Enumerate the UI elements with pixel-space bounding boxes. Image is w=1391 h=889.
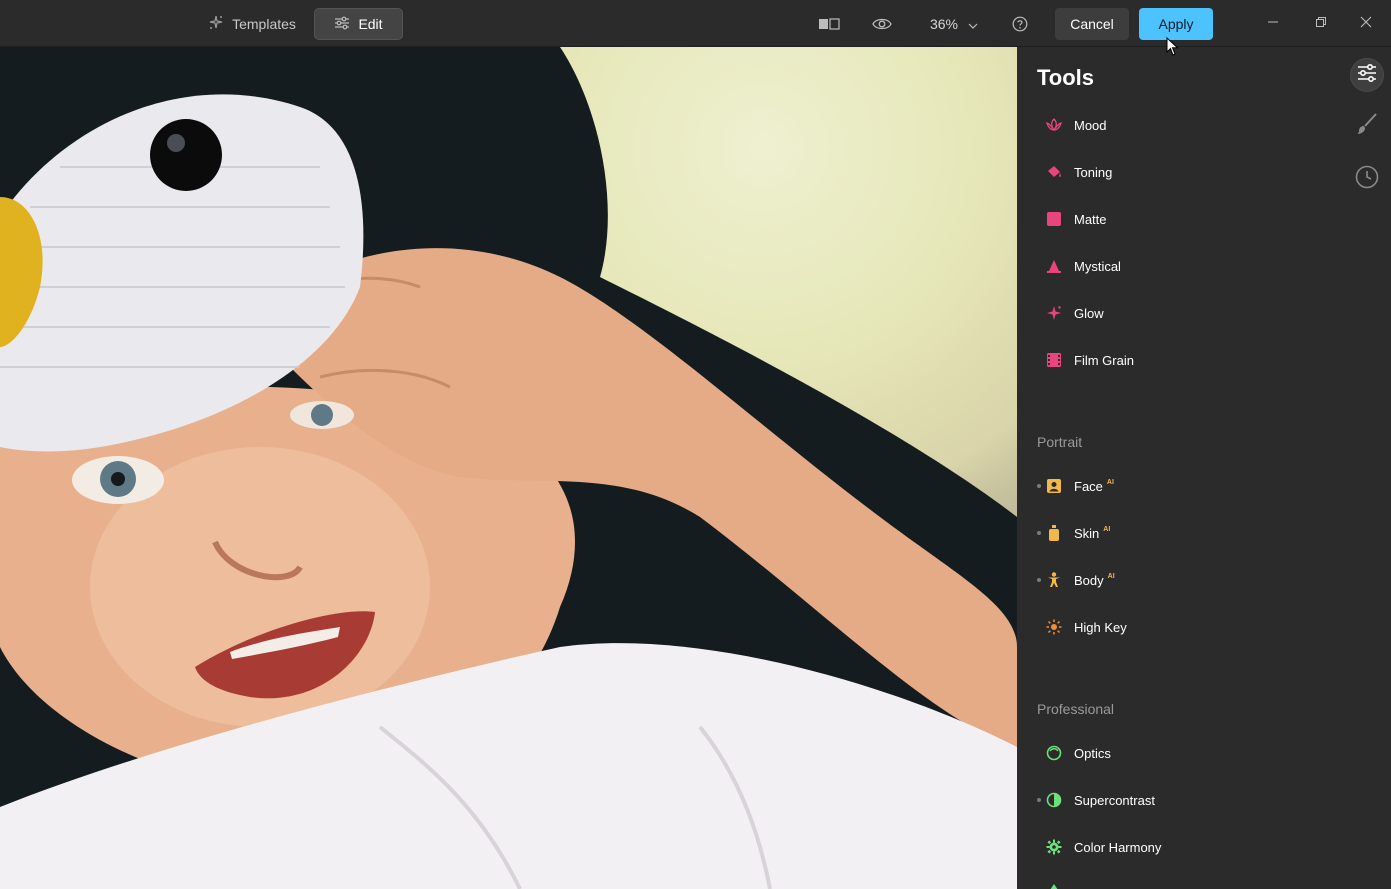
tool-high-key[interactable]: High Key bbox=[1037, 609, 1327, 645]
photo-image bbox=[0, 47, 1017, 889]
status-dot bbox=[1037, 531, 1041, 535]
brush-icon bbox=[1355, 112, 1379, 141]
side-rail bbox=[1339, 47, 1391, 889]
section-professional-label: Professional bbox=[1037, 701, 1115, 717]
face-frame-icon bbox=[1044, 476, 1064, 496]
tab-templates[interactable]: Templates bbox=[200, 8, 304, 40]
minimize-icon bbox=[1267, 15, 1279, 33]
sparkle-icon bbox=[1044, 303, 1064, 323]
person-icon bbox=[1044, 570, 1064, 590]
sparkles-icon bbox=[208, 15, 224, 34]
tool-film-grain-label: Film Grain bbox=[1074, 352, 1134, 368]
sliders-icon bbox=[1357, 63, 1377, 87]
restore-icon bbox=[1315, 15, 1327, 33]
bottle-icon bbox=[1044, 523, 1064, 543]
cone-icon bbox=[1044, 256, 1064, 276]
close-icon bbox=[1360, 15, 1372, 33]
half-circle-icon bbox=[1044, 790, 1064, 810]
next-tool-icon bbox=[1047, 880, 1061, 889]
tab-edit[interactable]: Edit bbox=[314, 8, 403, 40]
tab-edit-label: Edit bbox=[358, 16, 383, 32]
rail-brush-button[interactable] bbox=[1350, 109, 1384, 143]
panel-title: Tools bbox=[1037, 65, 1095, 90]
tool-supercontrast-label: Supercontrast bbox=[1074, 792, 1155, 808]
tab-templates-label: Templates bbox=[232, 16, 296, 32]
compare-button[interactable] bbox=[815, 12, 843, 36]
section-portrait-label: Portrait bbox=[1037, 434, 1083, 450]
tool-mood[interactable]: Mood bbox=[1037, 107, 1327, 143]
tool-color-harmony-label: Color Harmony bbox=[1074, 839, 1162, 855]
split-compare-icon bbox=[817, 17, 841, 31]
top-toolbar: Templates Edit 36% Cancel Apply bbox=[0, 0, 1391, 47]
help-button[interactable] bbox=[1008, 12, 1032, 36]
rail-history-button[interactable] bbox=[1350, 162, 1384, 196]
square-icon bbox=[1044, 209, 1064, 229]
sliders-icon bbox=[334, 16, 350, 33]
tool-glow-label: Glow bbox=[1074, 305, 1104, 321]
film-icon bbox=[1044, 350, 1064, 370]
rail-adjustments-button[interactable] bbox=[1350, 58, 1384, 92]
tool-glow[interactable]: Glow bbox=[1037, 295, 1327, 331]
paint-bucket-icon bbox=[1044, 162, 1064, 182]
tool-optics[interactable]: Optics bbox=[1037, 735, 1327, 771]
tool-face[interactable]: Face AI bbox=[1037, 468, 1327, 504]
tool-mood-label: Mood bbox=[1074, 117, 1107, 133]
tool-supercontrast[interactable]: Supercontrast bbox=[1037, 782, 1327, 818]
question-circle-icon bbox=[1012, 16, 1028, 32]
tool-film-grain[interactable]: Film Grain bbox=[1037, 342, 1327, 378]
mouse-cursor-icon bbox=[1166, 36, 1180, 57]
tool-skin-label: Skin bbox=[1074, 525, 1100, 541]
restore-button[interactable] bbox=[1307, 10, 1335, 38]
tool-body-label: Body bbox=[1074, 572, 1104, 588]
zoom-dropdown[interactable]: 36% bbox=[922, 8, 986, 40]
minimize-button[interactable] bbox=[1259, 10, 1287, 38]
status-dot bbox=[1037, 484, 1041, 488]
tool-face-label: Face bbox=[1074, 478, 1103, 494]
tool-matte[interactable]: Matte bbox=[1037, 201, 1327, 237]
zoom-value: 36% bbox=[929, 16, 959, 32]
tool-skin[interactable]: Skin AI bbox=[1037, 515, 1327, 551]
lotus-icon bbox=[1044, 115, 1064, 135]
status-dot bbox=[1037, 798, 1041, 802]
tool-toning-label: Toning bbox=[1074, 164, 1113, 180]
lens-icon bbox=[1044, 743, 1064, 763]
tool-color-harmony[interactable]: Color Harmony bbox=[1037, 829, 1327, 865]
status-dot bbox=[1037, 578, 1041, 582]
apply-button[interactable]: Apply bbox=[1139, 8, 1213, 40]
tool-toning[interactable]: Toning bbox=[1037, 154, 1327, 190]
sun-icon bbox=[1044, 617, 1064, 637]
tool-optics-label: Optics bbox=[1074, 745, 1111, 761]
gear-icon bbox=[1044, 837, 1064, 857]
chevron-down-icon bbox=[968, 16, 978, 32]
tool-body[interactable]: Body AI bbox=[1037, 562, 1327, 598]
ai-badge: AI bbox=[1107, 572, 1115, 580]
tools-panel: Tools Mood Toning Matte Mystical Glow Fi… bbox=[1017, 47, 1391, 889]
ai-badge: AI bbox=[1106, 478, 1114, 486]
clock-icon bbox=[1355, 165, 1379, 194]
cancel-button[interactable]: Cancel bbox=[1055, 8, 1129, 40]
eye-icon bbox=[872, 17, 892, 31]
close-window-button[interactable] bbox=[1352, 10, 1380, 38]
tool-mystical-label: Mystical bbox=[1074, 258, 1121, 274]
photo-canvas[interactable] bbox=[0, 47, 1017, 889]
tool-mystical[interactable]: Mystical bbox=[1037, 248, 1327, 284]
ai-badge: AI bbox=[1103, 525, 1111, 533]
tool-matte-label: Matte bbox=[1074, 211, 1107, 227]
preview-button[interactable] bbox=[868, 12, 896, 36]
tool-high-key-label: High Key bbox=[1074, 619, 1127, 635]
